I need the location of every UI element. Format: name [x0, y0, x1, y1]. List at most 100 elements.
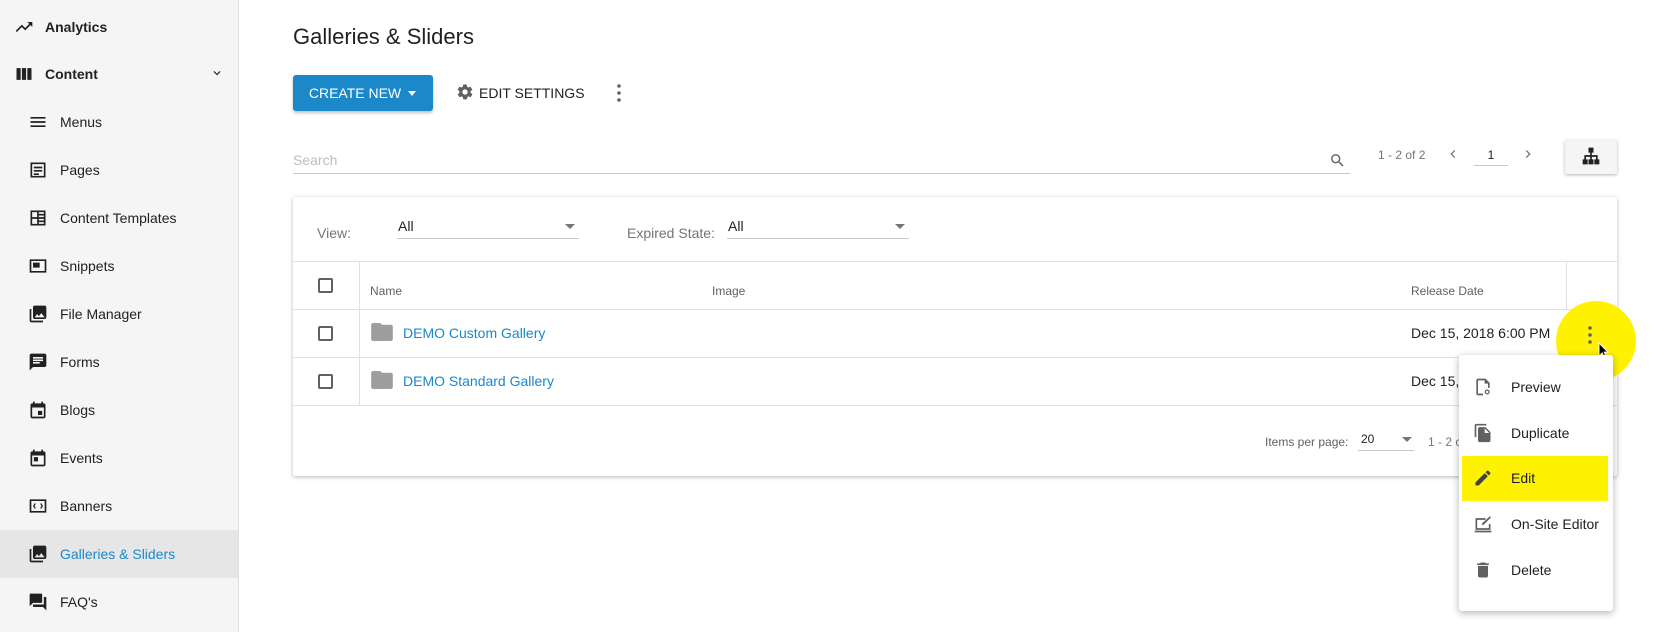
code-icon — [27, 495, 49, 517]
edit-icon — [1473, 468, 1493, 488]
row-checkbox[interactable] — [318, 326, 333, 341]
chevron-down-icon — [210, 66, 224, 85]
menu-item-label: Duplicate — [1511, 425, 1570, 441]
event-icon — [27, 447, 49, 469]
sidebar-item-galleries-sliders[interactable]: Galleries & Sliders — [0, 530, 238, 578]
more-vert-icon[interactable] — [617, 84, 621, 107]
menu-item-label: On-Site Editor — [1511, 516, 1599, 532]
preview-icon — [1473, 377, 1493, 397]
column-header-release-date[interactable]: Release Date — [1411, 284, 1484, 298]
sidebar-item-label: FAQ's — [60, 594, 98, 610]
sidebar-item-label: Blogs — [60, 402, 96, 418]
items-per-page-select[interactable]: 20 — [1358, 429, 1414, 451]
divider — [293, 405, 1617, 406]
divider — [1566, 261, 1567, 309]
menu-item-edit[interactable]: Edit — [1459, 455, 1613, 501]
sidebar-item-forms[interactable]: Forms — [0, 338, 238, 386]
sidebar-item-label: Content Templates — [60, 210, 177, 226]
menu-item-on-site-editor[interactable]: On-Site Editor — [1459, 501, 1613, 547]
sidebar-item-label: File Manager — [60, 306, 142, 322]
sidebar-item-banners[interactable]: Banners — [0, 482, 238, 530]
search-icon[interactable] — [1329, 152, 1346, 174]
divider — [293, 261, 1617, 262]
column-header-name[interactable]: Name — [370, 284, 402, 298]
galleries-table-card: View: All Expired State: All Name Image … — [293, 197, 1617, 476]
photo-library-icon — [27, 303, 49, 325]
column-header-image: Image — [712, 284, 746, 298]
hierarchy-view-button[interactable] — [1565, 140, 1617, 174]
sidebar-item-snippets[interactable]: Snippets — [0, 242, 238, 290]
sidebar-item-blogs[interactable]: Blogs — [0, 386, 238, 434]
menu-item-label: Edit — [1511, 470, 1536, 486]
collections-icon — [27, 543, 49, 565]
release-date: Dec 15, 2018 6:00 PM — [1411, 325, 1551, 341]
chevron-left-icon[interactable] — [1445, 146, 1461, 167]
sidebar-item-label: Galleries & Sliders — [60, 546, 176, 562]
menu-item-duplicate[interactable]: Duplicate — [1459, 410, 1613, 456]
divider — [359, 261, 360, 405]
delete-icon — [1473, 560, 1493, 580]
menu-item-preview[interactable]: Preview — [1459, 364, 1613, 410]
create-new-label: CREATE NEW — [308, 85, 402, 101]
chevron-right-icon[interactable] — [1520, 146, 1536, 167]
sidebar-item-faqs[interactable]: FAQ's — [0, 578, 238, 626]
page-number-input[interactable] — [1474, 144, 1508, 166]
row-checkbox[interactable] — [318, 374, 333, 389]
search-input[interactable] — [293, 148, 1313, 172]
select-all-checkbox[interactable] — [318, 278, 333, 293]
edit-settings-button[interactable]: EDIT SETTINGS — [456, 75, 585, 111]
view-filter-value: All — [398, 218, 414, 234]
sidebar-item-content-templates[interactable]: Content Templates — [0, 194, 238, 242]
search-bar — [293, 148, 1350, 174]
release-date: Dec 15, — [1411, 373, 1460, 389]
page-title: Galleries & Sliders — [293, 24, 474, 49]
edit-settings-label: EDIT SETTINGS — [479, 85, 585, 101]
divider — [293, 357, 1617, 358]
sidebar-item-events[interactable]: Events — [0, 434, 238, 482]
table-range: 1 - 2 o — [1428, 435, 1463, 449]
template-icon — [27, 207, 49, 229]
gear-icon — [456, 83, 474, 104]
folder-icon — [371, 323, 393, 346]
more-vert-icon[interactable] — [1588, 326, 1592, 349]
create-new-button[interactable]: CREATE NEW — [293, 75, 433, 111]
sidebar-item-label: Forms — [60, 354, 100, 370]
sidebar-item-menus[interactable]: Menus — [0, 98, 238, 146]
form-icon — [27, 351, 49, 373]
sidebar-item-pages[interactable]: Pages — [0, 146, 238, 194]
sitemap-icon — [1581, 146, 1601, 169]
trending-up-icon — [13, 16, 35, 38]
folder-icon — [371, 371, 393, 394]
expired-state-value: All — [728, 218, 744, 234]
sidebar-item-label: Analytics — [45, 19, 108, 35]
caret-down-icon — [407, 85, 417, 101]
menu-item-delete[interactable]: Delete — [1459, 547, 1613, 593]
sidebar-item-analytics[interactable]: Analytics — [0, 3, 238, 51]
view-filter-select[interactable]: All — [397, 215, 579, 239]
sidebar-item-label: Banners — [60, 498, 113, 514]
sidebar-item-label: Content — [45, 66, 98, 82]
expired-state-label: Expired State: — [627, 225, 715, 241]
gallery-name-link[interactable]: DEMO Standard Gallery — [403, 373, 554, 389]
duplicate-icon — [1473, 423, 1493, 443]
divider — [293, 309, 1617, 310]
items-per-page-label: Items per page: — [1265, 435, 1349, 449]
menu-item-label: Delete — [1511, 562, 1552, 578]
sidebar-item-content[interactable]: Content — [0, 50, 238, 98]
expired-state-select[interactable]: All — [727, 215, 909, 239]
sidebar: Analytics Content Menus Pages Content Te… — [0, 0, 239, 632]
pager-range: 1 - 2 of 2 — [1378, 148, 1426, 162]
sidebar-item-label: Events — [60, 450, 103, 466]
caret-down-icon — [565, 224, 575, 229]
calendar-icon — [27, 399, 49, 421]
sidebar-item-label: Pages — [60, 162, 100, 178]
forum-icon — [27, 591, 49, 613]
caret-down-icon — [895, 224, 905, 229]
gallery-name-link[interactable]: DEMO Custom Gallery — [403, 325, 545, 341]
page-icon — [27, 159, 49, 181]
row-actions-menu: Preview Duplicate Edit On-Site Editor De… — [1459, 355, 1613, 611]
sidebar-item-file-manager[interactable]: File Manager — [0, 290, 238, 338]
onsite-editor-icon — [1473, 514, 1493, 534]
view-filter-label: View: — [317, 225, 351, 241]
caret-down-icon — [1402, 437, 1412, 442]
